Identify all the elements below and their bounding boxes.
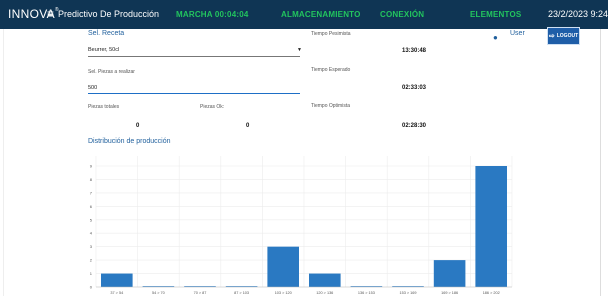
- recipe-select[interactable]: Beurrer, 50cl: [88, 47, 119, 53]
- y-tick-label: 2: [90, 258, 93, 263]
- chevron-down-icon[interactable]: ▼: [297, 47, 302, 53]
- x-tick-label: 87 > 103: [234, 291, 249, 295]
- recipe-select-underline: [88, 56, 300, 57]
- total-pieces-label: Piezas totales: [88, 104, 120, 110]
- y-tick-label: 5: [90, 217, 93, 222]
- chart-bar: [101, 273, 133, 287]
- panel-border-right: [600, 29, 601, 296]
- chart-bar: [433, 260, 466, 287]
- chart-bar: [392, 286, 424, 287]
- y-tick-label: 7: [90, 190, 93, 195]
- logout-label: LOGOUT: [556, 33, 579, 39]
- x-tick-label: 70 > 87: [194, 291, 207, 295]
- chart-bar: [350, 286, 383, 287]
- pessimist-time-label: Tiempo Pesimista: [311, 31, 351, 37]
- chart-title: Distribución de producción: [88, 138, 171, 145]
- total-pieces-value: 0: [136, 123, 140, 129]
- x-tick-label: 120 > 136: [316, 291, 333, 295]
- user-label: User: [510, 30, 525, 37]
- app-title: Predictivo De Producción: [58, 9, 160, 19]
- y-tick-label: 4: [90, 231, 93, 236]
- optimist-time-value: 02:28:30: [402, 123, 427, 129]
- x-tick-label: 54 > 70: [152, 291, 165, 295]
- user-icon: ●: [493, 33, 498, 42]
- production-distribution-chart: 0 1 2 3 4 5 6 7 8 9 37 > 54 54 > 70 70 > 87 87 > 103 1…: [90, 156, 513, 295]
- pieces-label: Sel. Piezas a realizar: [88, 69, 135, 75]
- ok-pieces-label: Piezas Ok:: [200, 104, 225, 110]
- y-tick-label: 8: [90, 177, 93, 182]
- expected-time-label: Tiempo Esperado: [311, 67, 351, 73]
- top-bar: INNOVA® ≡ Predictivo De Producción MARCH…: [0, 0, 608, 29]
- recipe-label: Sel. Receta: [88, 30, 125, 37]
- x-tick-label: 153 > 169: [400, 291, 417, 295]
- x-tick-label: 37 > 54: [110, 291, 123, 295]
- datetime: 23/2/2023 9:24:24: [548, 9, 608, 19]
- pieces-input[interactable]: 500: [88, 85, 97, 91]
- chart-bar: [225, 286, 258, 287]
- pieces-input-underline: [88, 93, 300, 94]
- optimist-time-label: Tiempo Optimista: [311, 103, 350, 109]
- panel-border-left: [3, 29, 4, 296]
- chart-bar: [267, 246, 299, 287]
- chart-bar: [142, 286, 175, 287]
- ok-pieces-value: 0: [246, 123, 250, 129]
- nav-elementos[interactable]: ELEMENTOS: [470, 10, 521, 19]
- y-tick-label: 9: [90, 164, 93, 169]
- x-tick-label: 186 > 202: [483, 291, 500, 295]
- expected-time-value: 02:33:03: [402, 85, 427, 91]
- y-tick-label: 1: [90, 271, 93, 276]
- chart-bar: [184, 286, 216, 287]
- nav-conexion[interactable]: CONEXIÓN: [380, 10, 424, 19]
- status-running: MARCHA 00:04:04: [176, 10, 249, 19]
- x-tick-label: 136 > 153: [358, 291, 375, 295]
- logout-button[interactable]: ⇨ LOGOUT: [547, 27, 580, 45]
- pessimist-time-value: 13:30:48: [402, 48, 427, 54]
- y-tick-label: 6: [90, 204, 93, 209]
- nav-almacenamiento[interactable]: ALMACENAMIENTO: [281, 10, 361, 19]
- chart-bar: [309, 273, 341, 287]
- logout-icon: ⇨: [548, 33, 555, 40]
- x-tick-label: 169 > 186: [441, 291, 458, 295]
- hamburger-icon[interactable]: ≡: [47, 7, 54, 21]
- y-tick-label: 0: [90, 285, 93, 290]
- y-tick-label: 3: [90, 244, 93, 249]
- chart-bar: [475, 166, 507, 287]
- x-tick-label: 103 > 120: [275, 291, 292, 295]
